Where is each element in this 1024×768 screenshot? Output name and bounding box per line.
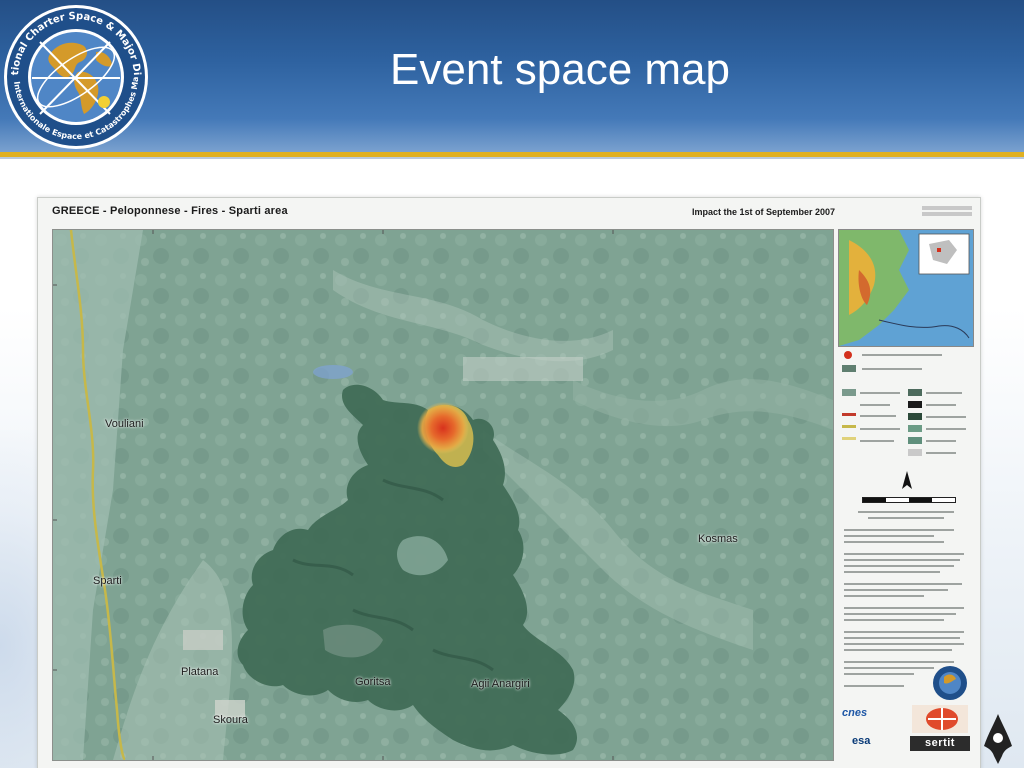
header-stripe-shadow <box>0 157 1024 159</box>
sertit-logo: sertit <box>910 736 970 751</box>
charter-small-logo-icon <box>933 666 967 700</box>
place-label-vouliani: Vouliani <box>105 418 144 430</box>
map-title: GREECE - Peloponnese - Fires - Sparti ar… <box>52 205 288 217</box>
place-label-platana: Platana <box>181 666 219 678</box>
slide: International Charter Space & Major Disa… <box>0 0 1024 768</box>
corner-emblem-icon <box>984 714 1012 764</box>
map-impact-date: Impact the 1st of September 2007 <box>691 207 835 217</box>
charter-globe-logo-icon: International Charter Space & Major Disa… <box>0 2 148 149</box>
place-label-skoura: Skoura <box>213 714 248 726</box>
satellite-image <box>53 230 833 760</box>
place-label-agii-anargiri: Agii Anargiri <box>471 678 530 690</box>
map-legend <box>838 349 972 469</box>
map-reference-block <box>922 204 972 220</box>
sertit-emblem-icon <box>912 705 968 733</box>
scale-bar <box>862 497 956 503</box>
place-label-sparti: Sparti <box>93 575 122 587</box>
place-label-goritsa: Goritsa <box>355 676 391 688</box>
north-arrow-icon <box>902 471 912 489</box>
slide-title: Event space map <box>390 45 730 94</box>
esa-logo: esa <box>852 735 871 747</box>
map-side-panel: cnes esa sertit <box>838 229 974 759</box>
cnes-logo: cnes <box>842 707 868 719</box>
overview-inset-map <box>838 229 974 347</box>
place-label-kosmas: Kosmas <box>698 533 738 545</box>
active-fire-hotspot <box>417 402 469 454</box>
satellite-map[interactable]: Vouliani Sparti Kosmas Platana Goritsa A… <box>52 229 834 761</box>
event-map-poster: GREECE - Peloponnese - Fires - Sparti ar… <box>37 197 981 768</box>
